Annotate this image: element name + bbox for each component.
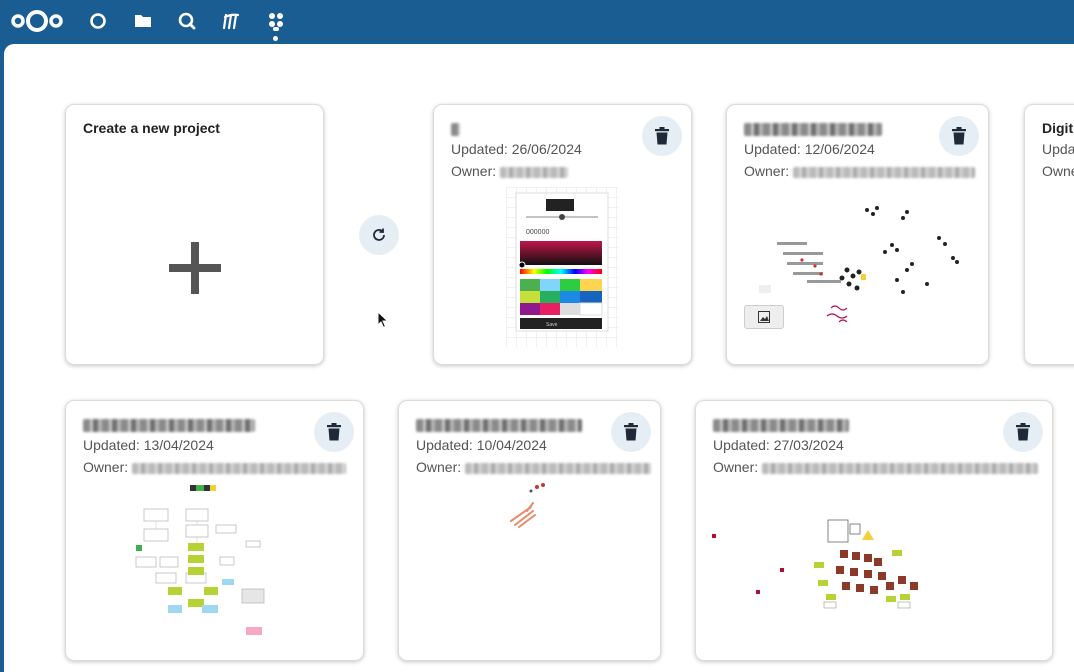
project-owner: Owner:	[416, 459, 652, 475]
project-card[interactable]: Updated: 12/06/2024 Owner:	[726, 104, 989, 365]
color-hex-value: 000000	[526, 229, 549, 236]
trash-icon	[327, 423, 341, 441]
dashboard-icon[interactable]	[87, 10, 109, 32]
activity-icon[interactable]	[220, 10, 242, 32]
project-card[interactable]: Updated: 27/03/2024 Owner:	[695, 400, 1053, 661]
project-card[interactable]: Updated: 10/04/2024 Owner:	[398, 400, 661, 661]
delete-button[interactable]	[1003, 412, 1043, 452]
project-owner: Owner:	[451, 163, 569, 179]
main-content: Create a new project Updated: 26/06/2024…	[4, 44, 1074, 672]
project-owner: Owne	[1042, 163, 1074, 179]
whiteboard-preview	[759, 206, 959, 323]
refresh-icon	[373, 228, 385, 241]
delete-button[interactable]	[314, 412, 354, 452]
project-title: Digit	[1042, 120, 1074, 136]
project-owner: Owner:	[713, 459, 1039, 475]
whiteboard-icon[interactable]	[265, 10, 287, 32]
delete-button[interactable]	[939, 116, 979, 156]
trash-icon	[1016, 423, 1030, 441]
project-card[interactable]: Digit Upda Owne	[1024, 104, 1074, 365]
top-navigation-bar	[0, 0, 1074, 44]
trash-icon	[952, 127, 966, 145]
search-icon[interactable]	[176, 10, 198, 32]
project-updated-date: Upda	[1042, 141, 1074, 157]
project-updated-date: Updated: 13/04/2024	[83, 437, 214, 453]
mindmap-preview	[712, 519, 918, 609]
project-title	[451, 120, 460, 136]
project-title	[744, 120, 882, 136]
nextcloud-logo[interactable]	[9, 8, 65, 34]
delete-button[interactable]	[611, 412, 651, 452]
flowchart-preview	[135, 485, 265, 635]
project-owner: Owner:	[744, 163, 976, 179]
project-card[interactable]: Updated: 13/04/2024 Owner:	[65, 400, 364, 661]
project-title	[83, 416, 255, 432]
image-placeholder-button[interactable]	[744, 305, 784, 329]
color-picker-preview: 000000 Save	[506, 187, 618, 347]
plus-icon	[169, 242, 221, 294]
project-updated-date: Updated: 12/06/2024	[744, 141, 875, 157]
create-project-card[interactable]: Create a new project	[65, 104, 324, 365]
trash-icon	[655, 127, 669, 145]
trash-icon	[624, 423, 638, 441]
active-app-indicator	[273, 36, 278, 41]
sketch-preview	[510, 483, 545, 528]
image-icon	[758, 311, 770, 323]
preview-save-label: Save	[546, 322, 558, 328]
project-title	[416, 416, 582, 432]
mouse-cursor-icon	[377, 311, 389, 329]
project-updated-date: Updated: 10/04/2024	[416, 437, 547, 453]
project-updated-date: Updated: 26/06/2024	[451, 141, 582, 157]
refresh-button[interactable]	[359, 215, 399, 255]
create-project-title: Create a new project	[83, 120, 220, 136]
project-title	[713, 416, 849, 432]
project-card[interactable]: Updated: 26/06/2024 Owner: 000000 Save	[433, 104, 692, 365]
project-owner: Owner:	[83, 459, 347, 475]
delete-button[interactable]	[642, 116, 682, 156]
files-icon[interactable]	[132, 10, 154, 32]
project-updated-date: Updated: 27/03/2024	[713, 437, 844, 453]
